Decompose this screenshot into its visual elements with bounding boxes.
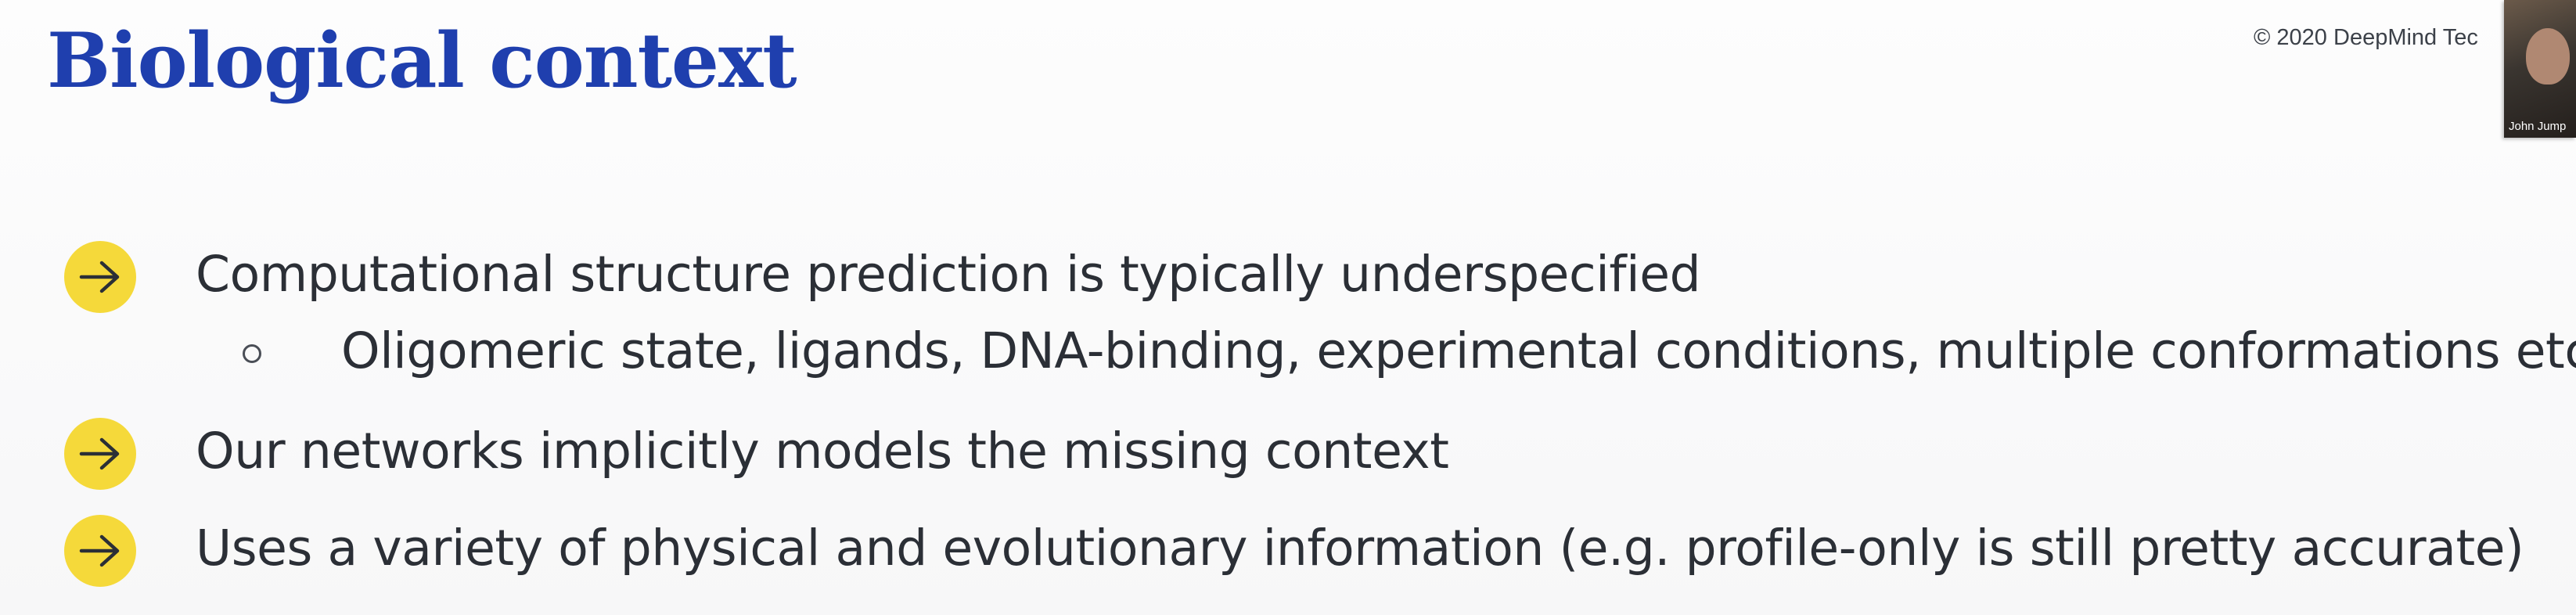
right-arrow-icon [64, 418, 136, 490]
slide-title: Biological context [47, 16, 797, 105]
copyright-notice: © 2020 DeepMind Tec [2254, 25, 2478, 50]
participant-video-image [2526, 28, 2570, 85]
presentation-slide: Biological context © 2020 DeepMind Tec J… [0, 0, 2576, 615]
bullet-item: Our networks implicitly models the missi… [196, 423, 1449, 480]
sub-bullet-item: Oligomeric state, ligands, DNA-binding, … [341, 322, 2576, 379]
hollow-circle-icon [243, 344, 261, 363]
participant-video-tile[interactable]: John Jump [2504, 0, 2576, 138]
participant-name: John Jump [2509, 120, 2567, 133]
right-arrow-icon [64, 241, 136, 313]
bullet-item: Uses a variety of physical and evolution… [196, 520, 2524, 577]
right-arrow-icon [64, 515, 136, 587]
bullet-item: Computational structure prediction is ty… [196, 246, 1701, 303]
